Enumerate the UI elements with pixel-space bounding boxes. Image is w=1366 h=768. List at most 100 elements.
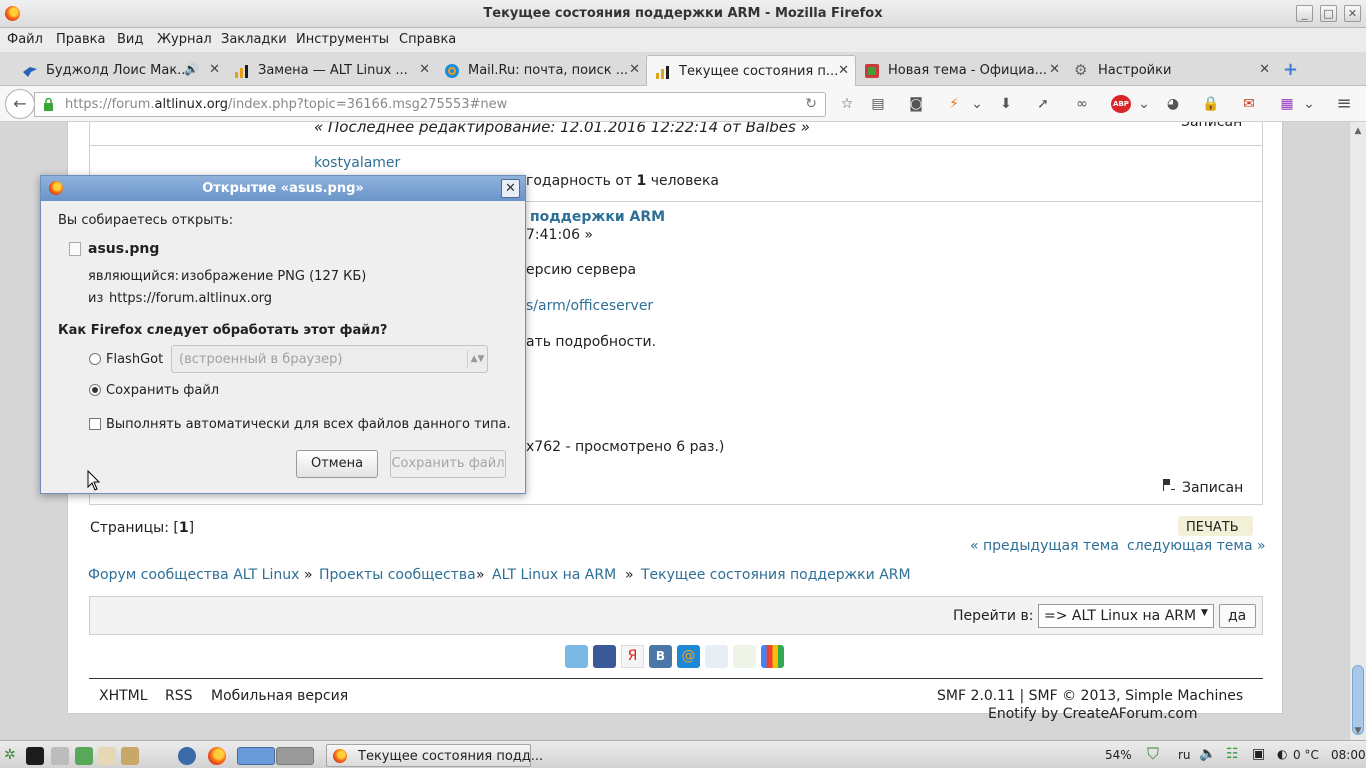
breadcrumb-projects[interactable]: Проекты сообщества xyxy=(319,567,476,583)
url-bar[interactable]: https://forum.altlinux.org/index.php?top… xyxy=(34,92,826,117)
dialog-close-button[interactable]: ✕ xyxy=(501,179,520,198)
firefox-launcher-icon[interactable] xyxy=(208,747,226,765)
workspace-1-icon[interactable] xyxy=(237,747,275,765)
flashgot-dropdown-icon[interactable]: ⌄ xyxy=(968,95,986,113)
hamburger-menu-icon[interactable]: ≡ xyxy=(1335,95,1353,113)
page-scrollbar[interactable]: ▲ ▼ xyxy=(1349,122,1366,740)
workspace-2-icon[interactable] xyxy=(276,747,314,765)
next-topic-link[interactable]: следующая тема » xyxy=(1127,538,1266,554)
tab-new-topic[interactable]: Новая тема - Официа... ✕ xyxy=(856,55,1066,86)
footer-smf-credits[interactable]: SMF 2.0.11 | SMF © 2013, Simple Machines xyxy=(937,688,1243,704)
volume-icon[interactable]: 🔈 xyxy=(1199,746,1216,762)
network-icon[interactable]: ▣ xyxy=(1252,746,1265,762)
auto-action-checkbox[interactable] xyxy=(89,418,101,430)
pages-indicator: Страницы: [1] xyxy=(90,520,195,536)
apps-dropdown-icon[interactable]: ⌄ xyxy=(1300,95,1318,113)
reading-list-icon[interactable]: ▤ xyxy=(869,95,887,113)
adblock-icon[interactable]: ABP xyxy=(1111,95,1131,113)
post-title-link[interactable]: поддержки ARM xyxy=(530,209,665,225)
mailru-share-icon[interactable]: @ xyxy=(677,645,700,668)
tab-label: Замена — ALT Linux ... xyxy=(258,63,408,78)
menu-tools[interactable]: Инструменты xyxy=(296,32,389,47)
tab-close-icon[interactable]: ✕ xyxy=(1259,62,1270,77)
chat-icon[interactable]: ◕ xyxy=(1164,95,1182,113)
calculator-icon[interactable] xyxy=(51,747,69,765)
user-link[interactable]: kostyalamer xyxy=(314,155,400,171)
tab-close-icon[interactable]: ✕ xyxy=(419,62,430,77)
facebook-icon[interactable] xyxy=(593,645,616,668)
tab-close-icon[interactable]: ✕ xyxy=(838,63,849,78)
open-with-label[interactable]: FlashGot xyxy=(106,352,163,367)
save-file-label[interactable]: Сохранить файл xyxy=(106,383,219,398)
close-window-button[interactable]: ✕ xyxy=(1344,5,1361,22)
adblock-dropdown-icon[interactable]: ⌄ xyxy=(1135,95,1153,113)
apps-grid-icon[interactable]: ▦ xyxy=(1278,95,1296,113)
speaker-icon[interactable]: 🔊 xyxy=(184,62,199,76)
menu-edit[interactable]: Правка xyxy=(56,32,105,47)
wifi-icon[interactable]: ☷ xyxy=(1226,746,1239,762)
jump-select[interactable]: => ALT Linux на ARM ▼ xyxy=(1038,604,1214,628)
prev-topic-link[interactable]: « предыдущая тема xyxy=(970,538,1119,554)
breadcrumb-forum[interactable]: Форум сообщества ALT Linux xyxy=(88,567,299,583)
livejournal-icon[interactable] xyxy=(705,645,728,668)
menu-bookmarks[interactable]: Закладки xyxy=(221,32,287,47)
post-link[interactable]: s/arm/officeserver xyxy=(526,298,653,314)
cancel-button[interactable]: Отмена xyxy=(296,450,378,478)
vkontakte-icon[interactable]: В xyxy=(649,645,672,668)
menu-file[interactable]: Файл xyxy=(7,32,43,47)
tab-arm-support[interactable]: Текущее состояния п... ✕ xyxy=(646,55,856,86)
tab-settings[interactable]: ⚙ Настройки ✕ xyxy=(1066,55,1276,86)
url-text[interactable]: https://forum.altlinux.org/index.php?top… xyxy=(65,97,507,112)
bookmark-star-icon[interactable]: ☆ xyxy=(838,95,856,113)
files-icon[interactable] xyxy=(98,747,116,765)
footer-xhtml-link[interactable]: XHTML xyxy=(99,688,148,704)
pocket-icon[interactable]: ◙ xyxy=(907,95,925,113)
menu-view[interactable]: Вид xyxy=(117,32,143,47)
tab-close-icon[interactable]: ✕ xyxy=(209,62,220,77)
send-icon[interactable]: ➚ xyxy=(1034,95,1052,113)
messenger-icon[interactable] xyxy=(178,747,196,765)
start-menu-icon[interactable]: ✲ xyxy=(4,747,22,765)
lock-icon[interactable] xyxy=(43,98,54,111)
auto-action-label[interactable]: Выполнять автоматически для всех файлов … xyxy=(106,417,511,432)
reload-icon[interactable]: ↻ xyxy=(805,96,817,112)
breadcrumb-topic[interactable]: Текущее состояния поддержки ARM xyxy=(641,567,911,583)
footer-mobile-link[interactable]: Мобильная версия xyxy=(211,688,348,704)
downloads-icon[interactable]: ⬇ xyxy=(997,95,1015,113)
maximize-button[interactable]: □ xyxy=(1320,5,1337,22)
yandex-icon[interactable]: Я xyxy=(621,645,644,668)
footer-enotify-credits[interactable]: Enotify by CreateAForum.com xyxy=(988,706,1198,722)
taskbar-firefox-window[interactable]: Текущее состояния подд... xyxy=(326,744,543,767)
tab-bujold[interactable]: Буджолд Лоис Мак... 🔊 ✕ xyxy=(14,55,226,86)
save-file-radio[interactable] xyxy=(89,384,101,396)
scroll-up-icon[interactable]: ▲ xyxy=(1352,125,1364,137)
print-button[interactable]: ПЕЧАТЬ xyxy=(1178,516,1253,536)
footer-rss-link[interactable]: RSS xyxy=(165,688,193,704)
odnoklassniki-icon[interactable] xyxy=(733,645,756,668)
tab-close-icon[interactable]: ✕ xyxy=(1049,62,1060,77)
twitter-icon[interactable] xyxy=(565,645,588,668)
tab-close-icon[interactable]: ✕ xyxy=(629,62,640,77)
save-file-button[interactable]: Сохранить файл xyxy=(390,450,506,478)
book-icon[interactable] xyxy=(121,747,139,765)
keyboard-layout[interactable]: ru xyxy=(1178,748,1191,762)
lock-addon-icon[interactable]: 🔒 xyxy=(1202,95,1220,113)
scroll-down-icon[interactable]: ▼ xyxy=(1352,725,1364,737)
flashgot-icon[interactable]: ⚡ xyxy=(945,95,963,113)
terminal-icon[interactable] xyxy=(26,747,44,765)
google-icon[interactable] xyxy=(761,645,784,668)
shield-icon[interactable]: ⛉ xyxy=(1147,744,1159,764)
menu-history[interactable]: Журнал xyxy=(157,32,212,47)
tab-altlinux-replace[interactable]: Замена — ALT Linux ... ✕ xyxy=(226,55,436,86)
private-mask-icon[interactable]: ∞ xyxy=(1073,95,1091,113)
menu-help[interactable]: Справка xyxy=(399,32,456,47)
jump-go-button[interactable]: да xyxy=(1219,604,1256,628)
back-button[interactable]: ← xyxy=(5,89,35,119)
editor-icon[interactable] xyxy=(75,747,93,765)
minimize-button[interactable]: _ xyxy=(1296,5,1313,22)
new-tab-button[interactable]: + xyxy=(1283,59,1298,80)
tab-mailru[interactable]: Mail.Ru: почта, поиск ... ✕ xyxy=(436,55,646,86)
breadcrumb-arm[interactable]: ALT Linux на ARM xyxy=(492,567,616,583)
open-with-radio[interactable] xyxy=(89,353,101,365)
mail-icon[interactable]: ✉ xyxy=(1240,95,1258,113)
